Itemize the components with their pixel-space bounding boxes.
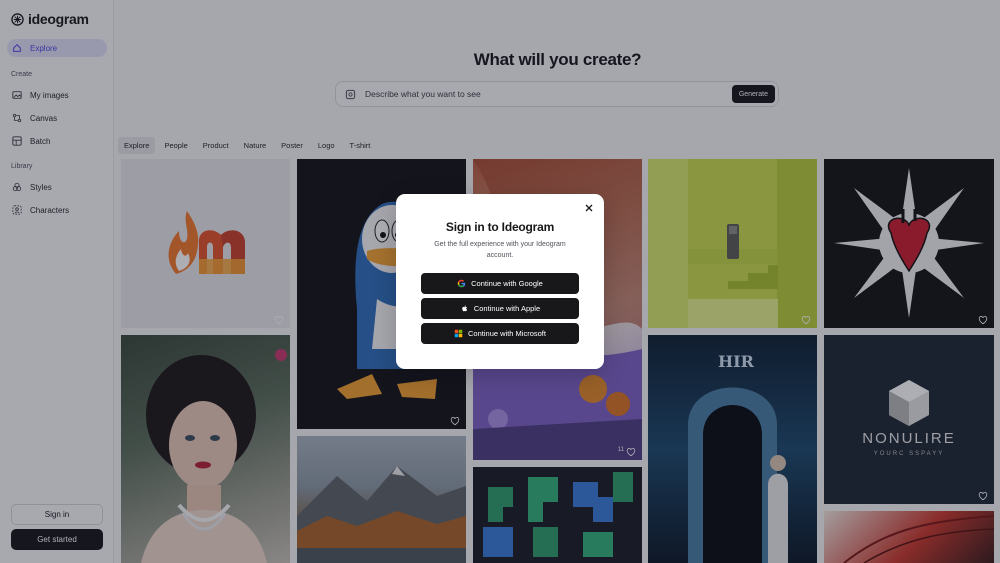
modal-title: Sign in to Ideogram <box>445 220 555 234</box>
close-icon[interactable] <box>584 203 594 213</box>
continue-with-google-button[interactable]: Continue with Google <box>421 273 579 294</box>
apple-icon <box>462 305 467 312</box>
google-icon <box>457 279 466 288</box>
google-button-label: Continue with Google <box>471 279 543 288</box>
modal-subtitle: Get the full experience with your Ideogr… <box>434 241 566 259</box>
microsoft-button-label: Continue with Microsoft <box>468 329 546 338</box>
continue-with-apple-button[interactable]: Continue with Apple <box>421 298 579 319</box>
microsoft-icon <box>454 329 463 338</box>
signin-modal: Sign in to Ideogram Get the full experie… <box>396 194 604 369</box>
apple-button-label: Continue with Apple <box>473 304 541 313</box>
continue-with-microsoft-button[interactable]: Continue with Microsoft <box>421 323 579 344</box>
